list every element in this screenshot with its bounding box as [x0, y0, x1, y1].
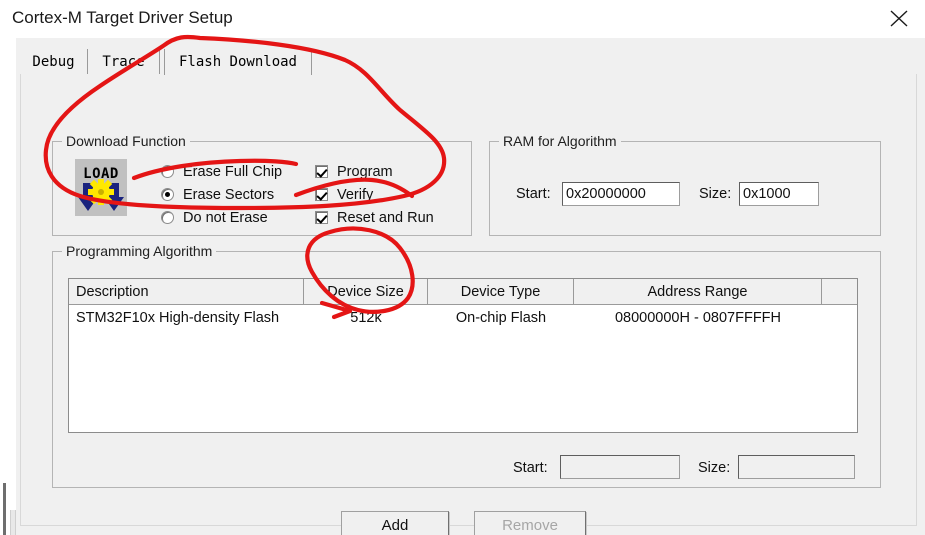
close-icon	[890, 10, 908, 27]
programming-algorithm-group-label: Programming Algorithm	[62, 243, 217, 259]
close-button[interactable]	[877, 0, 923, 36]
download-function-group-label: Download Function	[62, 133, 190, 149]
radio-erase-full-chip-label: Erase Full Chip	[183, 164, 283, 180]
column-header-device-size[interactable]: Device Size	[304, 279, 428, 305]
tab-debug-label: Debug	[32, 54, 75, 70]
ram-size-label: Size:	[699, 186, 732, 202]
tab-debug[interactable]: Debug	[20, 49, 88, 75]
algorithm-size-label: Size:	[698, 460, 731, 476]
load-flash-icon-graphic: LOAD	[75, 159, 127, 216]
checkbox-verify-label: Verify	[337, 187, 374, 203]
window-titlebar: Cortex-M Target Driver Setup	[0, 0, 925, 38]
remove-button[interactable]: Remove	[474, 511, 586, 535]
checkbox-verify-indicator	[315, 188, 328, 201]
ram-start-label: Start:	[516, 186, 551, 202]
cell-description: STM32F10x High-density Flash	[76, 310, 280, 326]
tab-flash-download-label: Flash Download	[178, 54, 297, 70]
ram-start-input[interactable]: 0x20000000	[562, 182, 680, 206]
checkbox-program-indicator	[315, 165, 328, 178]
column-header-address-range[interactable]: Address Range	[574, 279, 822, 305]
tab-flash-download[interactable]: Flash Download	[164, 49, 312, 75]
algorithm-start-label: Start:	[513, 460, 548, 476]
checkbox-reset-and-run-indicator	[315, 211, 328, 224]
checkbox-program-label: Program	[337, 164, 393, 180]
ram-size-input[interactable]: 0x1000	[739, 182, 819, 206]
target-driver-setup-window: Cortex-M Target Driver Setup Debug Trace…	[0, 0, 925, 535]
left-edge-scroll-artifact	[3, 483, 6, 535]
add-button[interactable]: Add	[341, 511, 449, 535]
table-row[interactable]: STM32F10x High-density Flash 512k On-chi…	[69, 305, 857, 332]
column-header-spacer[interactable]	[822, 279, 857, 305]
dialog-body: Debug Trace Flash Download Download Func…	[16, 38, 925, 535]
checkbox-reset-and-run-label: Reset and Run	[337, 210, 434, 226]
radio-erase-sectors-indicator	[161, 188, 174, 201]
tab-strip: Debug Trace Flash Download	[20, 49, 919, 75]
load-flash-icon: LOAD	[75, 159, 127, 216]
cell-extra	[822, 305, 857, 332]
radio-erase-full-chip-indicator	[161, 165, 174, 178]
column-header-device-type[interactable]: Device Type	[428, 279, 574, 305]
cell-device-type: On-chip Flash	[455, 310, 547, 326]
ram-for-algorithm-group-label: RAM for Algorithm	[499, 133, 621, 149]
algorithm-start-input[interactable]	[560, 455, 680, 479]
column-header-description[interactable]: Description	[69, 279, 304, 305]
tab-trace[interactable]: Trace	[88, 49, 160, 75]
cell-address-range: 08000000H - 0807FFFFH	[614, 310, 782, 326]
radio-do-not-erase-indicator	[161, 211, 174, 224]
radio-do-not-erase-label: Do not Erase	[183, 210, 268, 226]
programming-algorithm-table[interactable]: Description Device Size Device Type Addr…	[68, 278, 858, 433]
cell-device-size: 512k	[350, 310, 382, 326]
table-header-row: Description Device Size Device Type Addr…	[69, 279, 857, 305]
tab-trace-label: Trace	[102, 54, 145, 70]
radio-erase-sectors-label: Erase Sectors	[183, 187, 275, 203]
algorithm-size-input[interactable]	[738, 455, 855, 479]
window-title: Cortex-M Target Driver Setup	[12, 8, 233, 27]
